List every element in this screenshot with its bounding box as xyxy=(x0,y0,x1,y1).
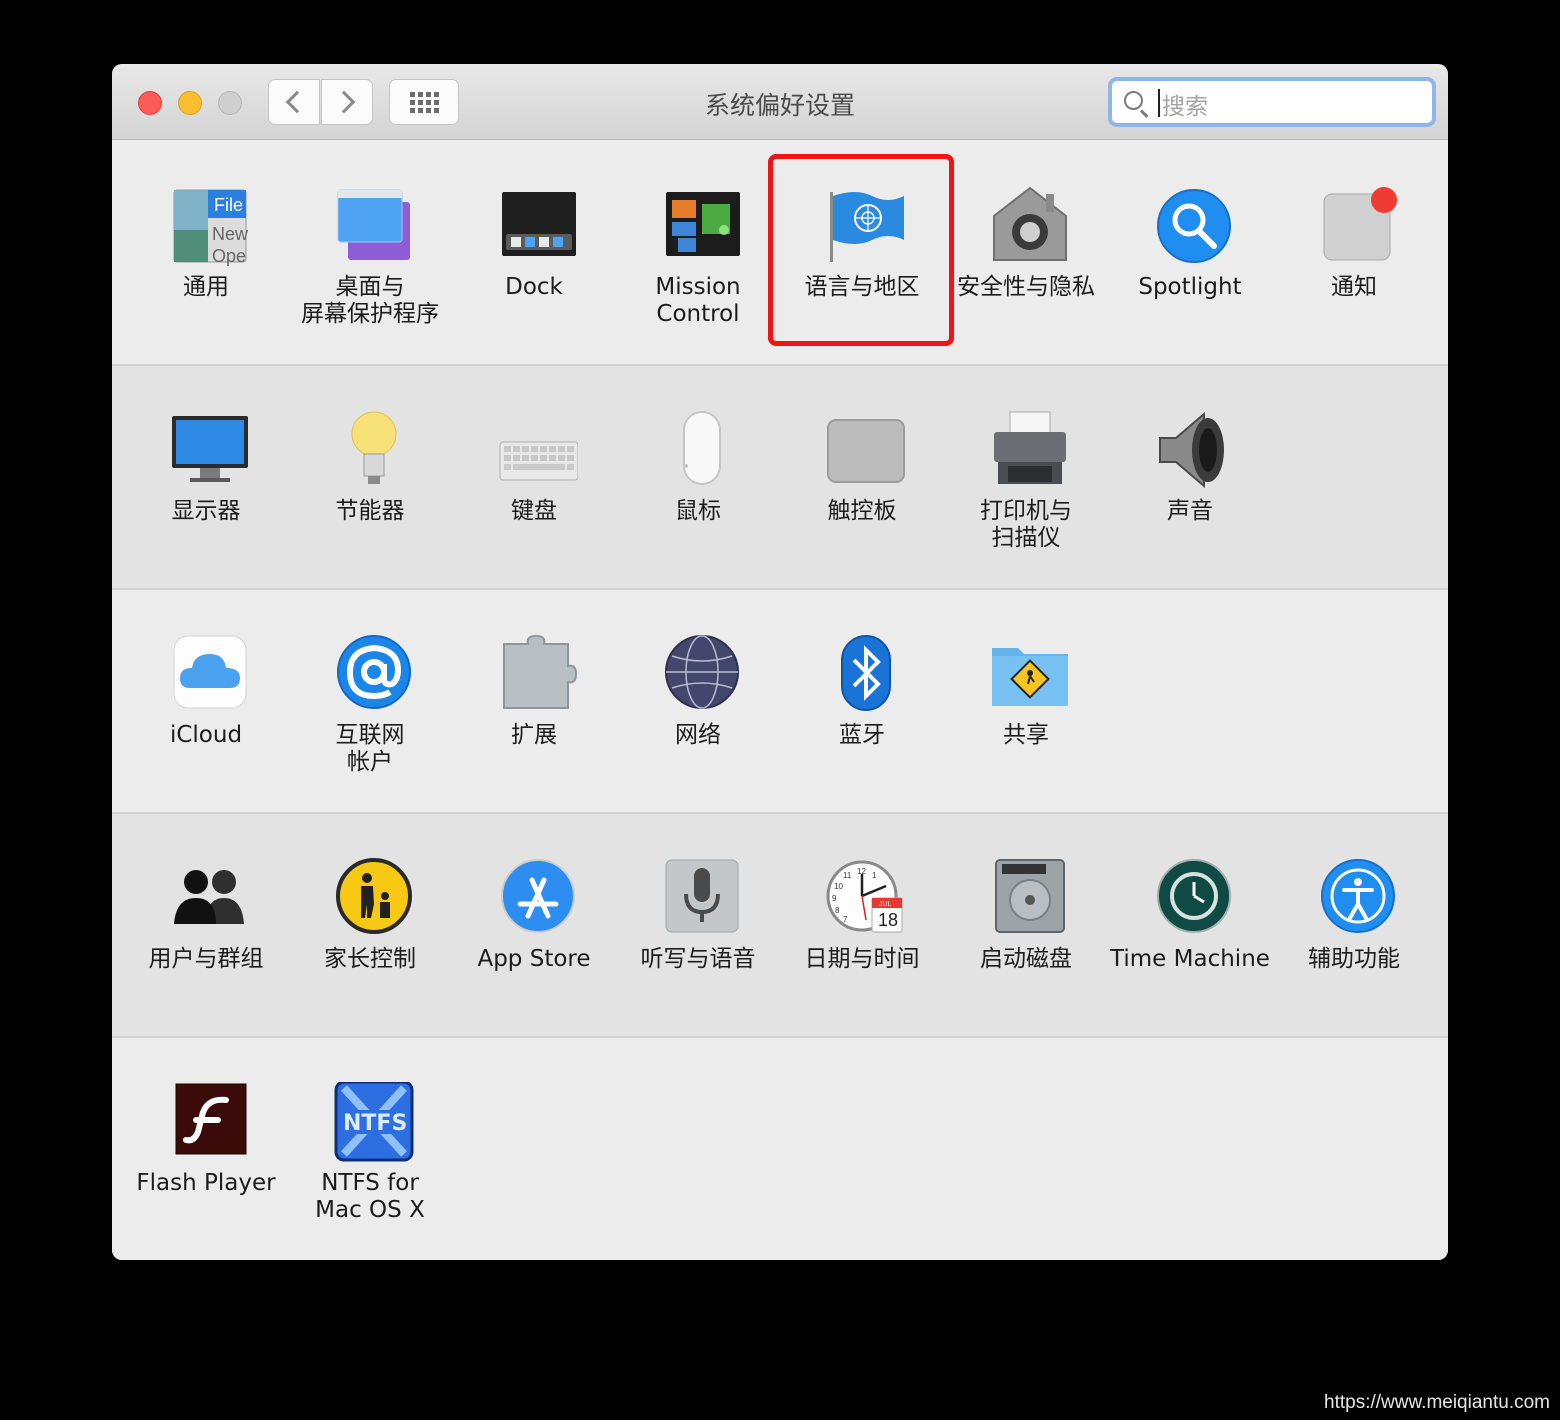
keyboard-icon xyxy=(499,441,578,481)
pref-label: 听写与语音 xyxy=(640,946,756,972)
date-time-icon: 12 1 11 10 9 8 7 JUL 18 xyxy=(826,860,903,933)
svg-text:9: 9 xyxy=(832,894,837,903)
svg-text:NTFS: NTFS xyxy=(343,1111,407,1136)
pref-label: 家长控制 xyxy=(324,946,416,972)
users-groups-icon xyxy=(174,870,244,924)
search-field[interactable]: 搜索 xyxy=(1108,77,1436,127)
svg-text:18: 18 xyxy=(878,910,898,930)
startup-disk-icon xyxy=(995,859,1065,933)
highlight-box xyxy=(768,154,954,346)
displays-icon xyxy=(172,416,248,482)
mission-control-icon xyxy=(666,192,740,256)
ntfs-icon: NTFS xyxy=(334,1082,414,1162)
pref-label: 安全性与隐私 xyxy=(957,274,1095,300)
pref-label: 声音 xyxy=(1167,498,1213,524)
pref-label: 打印机与 扫描仪 xyxy=(980,498,1072,551)
pref-label: 网络 xyxy=(675,722,721,748)
pref-label: 触控板 xyxy=(827,498,897,524)
pref-label: iCloud xyxy=(169,722,243,748)
section-other xyxy=(112,1038,1448,1260)
flash-player-icon xyxy=(175,1083,247,1155)
system-preferences-window: 系统偏好设置 搜索 File New Ope 通用 桌面与 屏幕保护程序 Doc… xyxy=(112,64,1448,1260)
printers-scanners-icon xyxy=(994,411,1066,484)
svg-text:10: 10 xyxy=(834,882,843,891)
section-hardware xyxy=(112,366,1448,588)
sound-icon xyxy=(1159,411,1224,489)
mouse-icon xyxy=(683,411,721,485)
search-icon xyxy=(1124,91,1143,110)
svg-text:New: New xyxy=(212,224,249,244)
desktop-screensaver-icon xyxy=(337,189,410,260)
svg-text:8: 8 xyxy=(835,906,840,915)
section-internet xyxy=(112,590,1448,812)
pref-label: Mission Control xyxy=(655,274,741,327)
svg-text:File: File xyxy=(214,195,243,215)
search-placeholder: 搜索 xyxy=(1162,94,1208,120)
pref-label: 互联网 帐户 xyxy=(335,722,405,775)
time-machine-icon xyxy=(1157,859,1231,933)
pref-label: 共享 xyxy=(1003,722,1049,748)
pref-label: Spotlight xyxy=(1138,274,1242,300)
bluetooth-icon xyxy=(841,635,891,711)
section-system xyxy=(112,814,1448,1036)
notifications-icon xyxy=(1323,187,1397,261)
trackpad-icon xyxy=(827,419,905,483)
pref-label: 通知 xyxy=(1331,274,1377,300)
network-icon xyxy=(665,635,739,709)
text-caret xyxy=(1158,89,1160,117)
watermark: https://www.meiqiantu.com xyxy=(1324,1392,1550,1413)
pref-label: 鼠标 xyxy=(675,498,721,524)
pref-label: Time Machine xyxy=(1110,946,1270,972)
pref-label: 启动磁盘 xyxy=(980,946,1072,972)
icloud-icon xyxy=(173,635,247,709)
pref-label: 显示器 xyxy=(171,498,241,524)
pref-label: 通用 xyxy=(183,274,229,300)
app-store-icon xyxy=(501,859,575,933)
pref-label: 用户与群组 xyxy=(148,946,264,972)
pref-label: 节能器 xyxy=(335,498,405,524)
svg-text:11: 11 xyxy=(843,871,852,880)
parental-controls-icon xyxy=(336,858,412,934)
svg-text:7: 7 xyxy=(843,915,848,924)
dictation-speech-icon xyxy=(665,859,739,933)
pref-label: 日期与时间 xyxy=(804,946,920,972)
pref-label: 辅助功能 xyxy=(1308,946,1400,972)
svg-text:Ope: Ope xyxy=(212,246,246,266)
security-privacy-icon xyxy=(993,186,1067,261)
svg-text:1: 1 xyxy=(872,871,877,880)
pref-label: Flash Player xyxy=(136,1170,276,1196)
spotlight-icon xyxy=(1157,189,1231,263)
pref-label: 扩展 xyxy=(511,722,557,748)
svg-text:JUL: JUL xyxy=(879,901,892,908)
pref-label: 桌面与 屏幕保护程序 xyxy=(301,274,439,327)
pref-label: 键盘 xyxy=(511,498,557,524)
extensions-icon xyxy=(503,634,578,709)
pref-label: App Store xyxy=(477,946,591,972)
pref-label: 蓝牙 xyxy=(839,722,885,748)
general-icon: File New Ope xyxy=(173,189,249,266)
title-bar: 系统偏好设置 搜索 xyxy=(112,64,1448,140)
dock-icon xyxy=(502,192,576,256)
sharing-icon xyxy=(992,648,1068,706)
pref-label: NTFS for Mac OS X xyxy=(315,1170,425,1223)
pref-label: Dock xyxy=(505,274,563,300)
accessibility-icon xyxy=(1321,859,1395,933)
energy-saver-icon xyxy=(351,411,397,484)
internet-accounts-icon xyxy=(337,635,411,709)
